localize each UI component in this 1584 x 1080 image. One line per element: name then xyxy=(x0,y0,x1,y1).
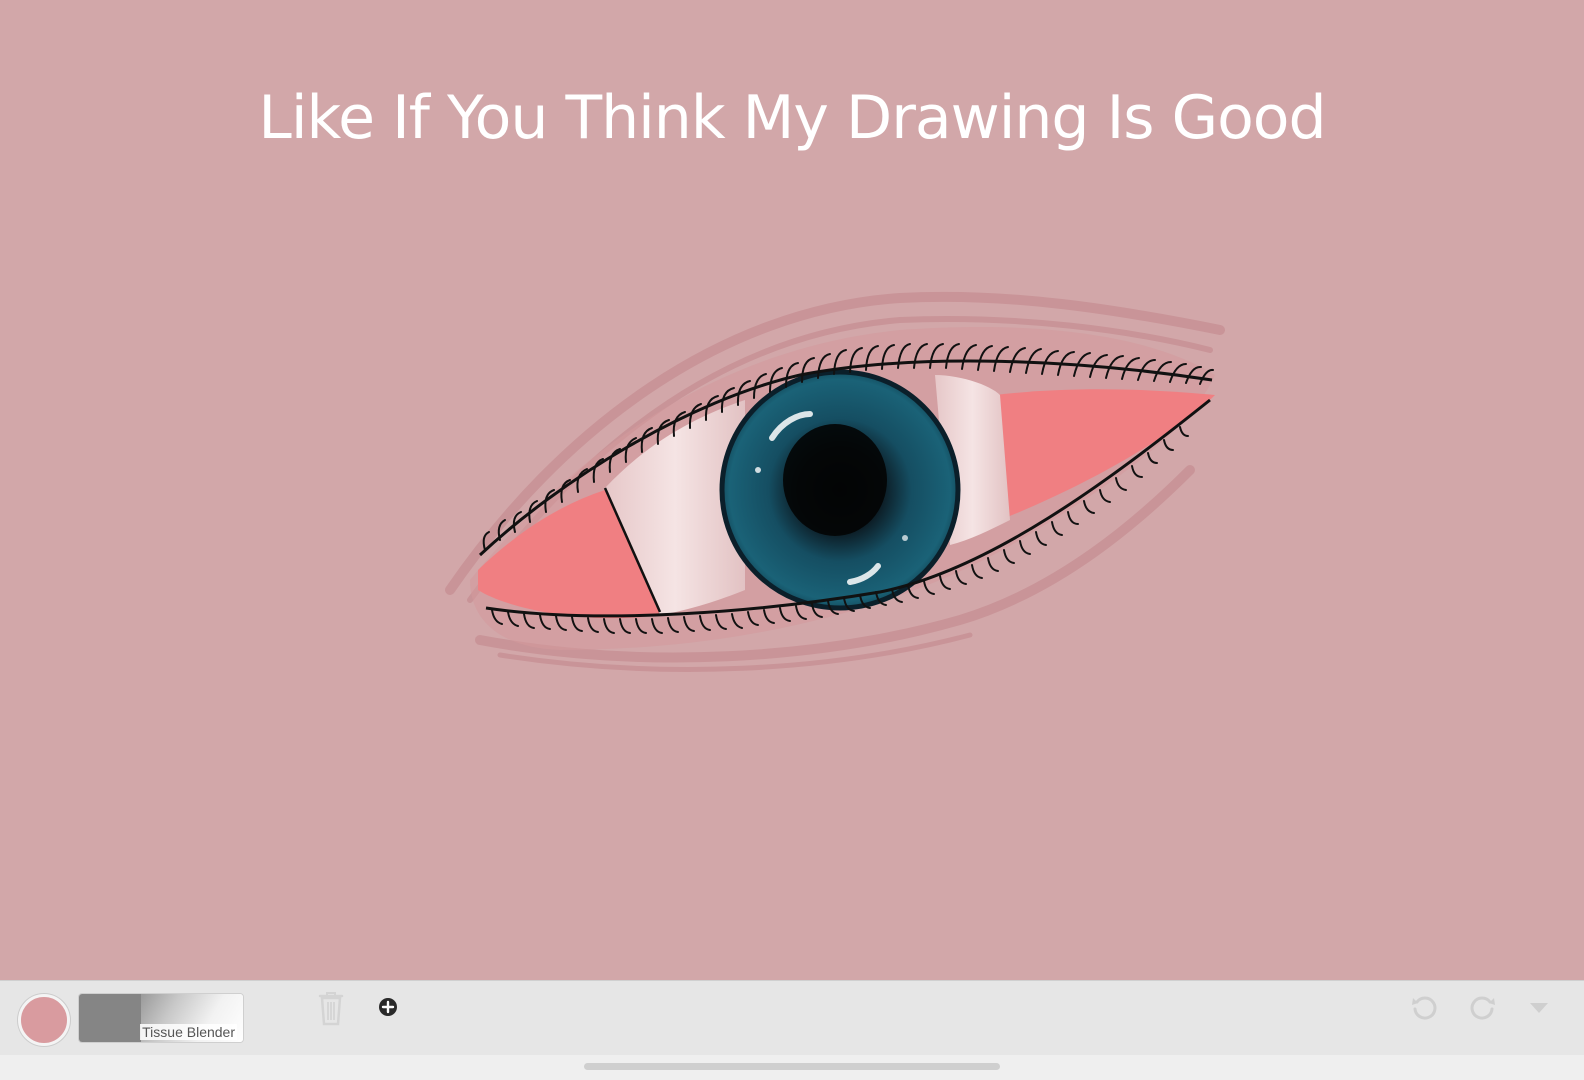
undo-icon[interactable] xyxy=(1410,993,1438,1021)
brush-preview-dark xyxy=(79,994,141,1042)
bottom-bar xyxy=(0,1055,1584,1080)
iris-glint xyxy=(755,467,761,473)
color-picker-swatch[interactable] xyxy=(18,994,70,1046)
eye-drawing xyxy=(445,291,1225,672)
home-indicator[interactable] xyxy=(584,1063,1000,1070)
pupil xyxy=(783,424,887,536)
brush-name-label: Tissue Blender xyxy=(140,1024,237,1040)
brush-selector[interactable]: Tissue Blender xyxy=(78,993,244,1043)
trash-icon[interactable] xyxy=(317,990,345,1026)
plus-circle-icon[interactable] xyxy=(378,997,398,1017)
caret-down-icon[interactable] xyxy=(1529,1002,1549,1014)
iris-glint-2 xyxy=(902,535,908,541)
drawing-canvas[interactable]: Like If You Think My Drawing Is Good xyxy=(0,0,1584,980)
redo-icon[interactable] xyxy=(1469,993,1497,1021)
drawing-toolbar: Tissue Blender xyxy=(0,980,1584,1056)
